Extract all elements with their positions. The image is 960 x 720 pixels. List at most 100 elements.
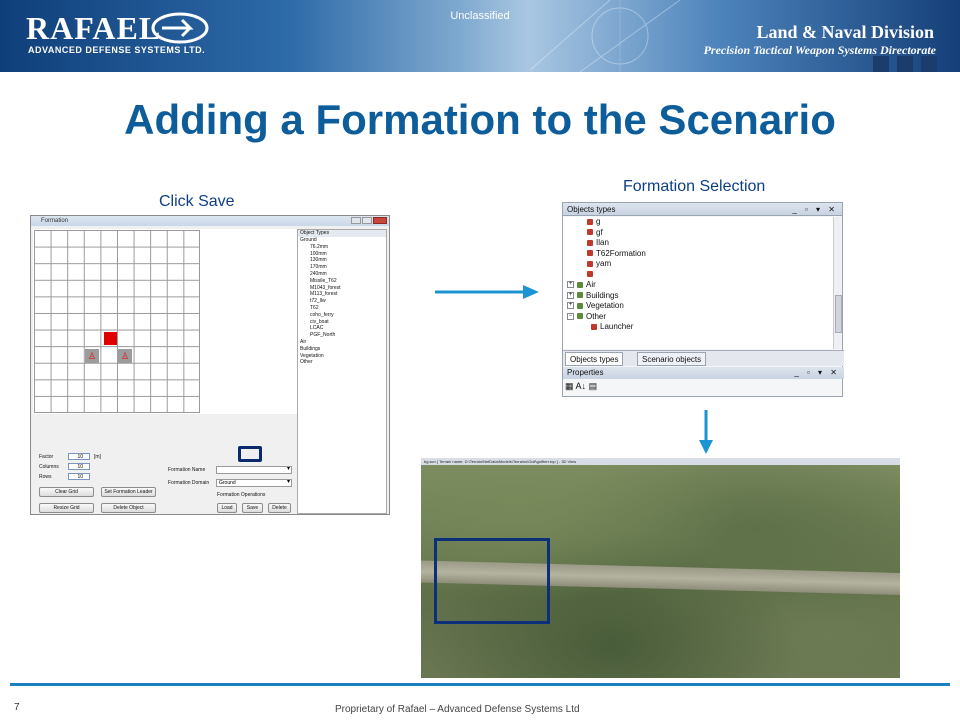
resize-grid-button[interactable]: Resize Grid — [39, 503, 94, 513]
object-type-item[interactable]: − Other — [563, 312, 835, 323]
tree-item-label: 240mm — [310, 270, 327, 277]
sort-alpha-icon[interactable]: A↓ — [576, 381, 587, 391]
page-number: 7 — [14, 702, 20, 713]
object-type-icon — [577, 292, 583, 299]
formation-name-select[interactable] — [216, 466, 292, 474]
save-highlight-box — [238, 446, 262, 462]
division-title: Land & Naval Division — [756, 22, 934, 42]
object-type-label: Air — [586, 280, 596, 289]
tree-item[interactable]: Missile_T62 — [298, 278, 386, 285]
tree-item[interactable]: 170mm — [298, 264, 386, 271]
tree-item[interactable]: coho_ferry — [298, 312, 386, 319]
objects-types-title: Objects types — [567, 205, 616, 214]
expand-icon[interactable]: + — [567, 291, 574, 299]
formation-domain-label: Formation Domain — [168, 480, 210, 486]
delete-button[interactable]: Delete — [268, 503, 291, 513]
categorized-icon[interactable]: ▦ — [565, 381, 574, 391]
tree-item[interactable]: 240mm — [298, 271, 386, 278]
tree-item[interactable]: M1043_forest — [298, 285, 386, 292]
properties-toolbar: ▦ A↓ ▤ — [565, 381, 597, 392]
tree-item-label: Vegetation — [300, 352, 324, 359]
tree-item[interactable]: PGF_North — [298, 332, 386, 339]
tree-item[interactable]: Vegetation — [298, 353, 386, 360]
expand-icon[interactable]: + — [567, 302, 574, 310]
object-type-item[interactable]: Launcher — [563, 322, 835, 333]
object-types-list: Ground 76.2mm 100mm 130mm 170mm 240mm Missile_… — [298, 237, 386, 366]
properties-title: Properties — [567, 368, 604, 377]
tree-item[interactable]: T62 — [298, 305, 386, 312]
object-types-tree: Object Types Ground 76.2mm 100mm 130mm 170mm… — [297, 229, 387, 514]
formation-window: Formation ♙ ♙ Object Types Ground 76.2mm 1… — [30, 215, 390, 515]
tree-item[interactable]: Other — [298, 359, 386, 366]
tree-item-label: PGF_North — [310, 332, 336, 339]
tree-item-label: Missile_T62 — [310, 277, 337, 284]
object-type-label: Buildings — [586, 290, 619, 300]
properties-controls-icon[interactable]: _ ▫ ▾ ✕ — [794, 367, 840, 379]
expand-icon[interactable]: + — [567, 281, 574, 289]
expand-icon[interactable]: − — [567, 312, 574, 320]
scrollbar-thumb[interactable] — [835, 295, 842, 333]
tree-item[interactable]: Buildings — [298, 346, 386, 353]
rows-input[interactable]: 10 — [68, 473, 90, 480]
object-type-item[interactable]: yam — [563, 259, 835, 270]
object-type-icon — [577, 281, 583, 288]
columns-input[interactable]: 10 — [68, 463, 90, 470]
object-type-item[interactable]: T62Formation — [563, 249, 835, 260]
tree-item[interactable]: civ_boat — [298, 319, 386, 326]
object-type-item[interactable] — [563, 270, 835, 281]
tree-item-label: coho_ferry — [310, 311, 334, 318]
tree-item-label: Buildings — [300, 345, 321, 352]
tree-item[interactable]: 76.2mm — [298, 244, 386, 251]
close-button[interactable] — [373, 217, 387, 224]
maximize-button[interactable] — [362, 217, 372, 224]
footer-text: Proprietary of Rafael – Advanced Defense… — [335, 704, 580, 715]
tree-item-label: Ground — [300, 237, 317, 243]
panel-controls-icon[interactable]: _ ▫ ▾ ✕ — [792, 203, 838, 216]
objects-types-header: Objects types _ ▫ ▾ ✕ — [563, 203, 842, 216]
tree-item-label: LCAC — [310, 325, 324, 332]
formation-name-label: Formation Name — [168, 467, 206, 473]
tab-objects-types[interactable]: Objects types — [565, 352, 624, 366]
tree-item[interactable]: Air — [298, 339, 386, 346]
footer-divider — [10, 683, 950, 686]
object-type-item[interactable]: gf — [563, 228, 835, 239]
tree-item[interactable]: Ground — [298, 237, 386, 244]
factor-input[interactable]: 10 — [68, 453, 90, 460]
minimize-button[interactable] — [351, 217, 361, 224]
tree-item[interactable]: t72_llw — [298, 298, 386, 305]
tree-item[interactable]: 130mm — [298, 257, 386, 264]
tree-item[interactable]: 100mm — [298, 251, 386, 258]
save-button[interactable]: Save — [242, 503, 263, 513]
load-button[interactable]: Load — [217, 503, 237, 513]
property-pages-icon[interactable]: ▤ — [589, 381, 598, 391]
tree-item[interactable]: LCAC — [298, 325, 386, 332]
object-type-item[interactable]: + Buildings — [563, 291, 835, 302]
objects-types-list: g gf Ilan T62Formation yam + Air + Buildings + Veg… — [563, 217, 835, 349]
formation-leader-cell[interactable] — [104, 332, 117, 345]
tree-item-label: T62 — [310, 304, 319, 311]
header-banner: RAFAEL ADVANCED DEFENSE SYSTEMS LTD. Unc… — [0, 0, 960, 72]
tree-item-label: 76.2mm — [310, 243, 329, 250]
objects-scrollbar[interactable] — [833, 217, 842, 349]
object-type-item[interactable]: g — [563, 217, 835, 228]
unit-cell[interactable]: ♙ — [118, 349, 132, 363]
object-type-icon — [587, 250, 593, 257]
formation-highlight-box — [434, 538, 550, 624]
set-formation-leader-button[interactable]: Set Formation Leader — [101, 487, 156, 497]
object-type-item[interactable]: + Air — [563, 280, 835, 291]
tree-item[interactable]: M113_forest — [298, 291, 386, 298]
tree-item-label: t72_llw — [310, 298, 326, 305]
object-type-item[interactable]: Ilan — [563, 238, 835, 249]
clear-grid-button[interactable]: Clear Grid — [39, 487, 94, 497]
unit-cell[interactable]: ♙ — [85, 349, 99, 363]
object-type-item[interactable]: + Vegetation — [563, 301, 835, 312]
panel-tabs: Objects types Scenario objects — [563, 350, 844, 366]
object-type-label: Ilan — [596, 238, 609, 247]
formation-domain-select[interactable]: Ground — [216, 479, 292, 487]
formation-grid[interactable]: ♙ ♙ — [34, 230, 200, 413]
delete-object-button[interactable]: Delete Object — [101, 503, 156, 513]
objects-types-panel: Objects types _ ▫ ▾ ✕ g gf Ilan T62Formatio… — [562, 202, 844, 397]
classification-label: Unclassified — [450, 10, 510, 22]
tab-scenario-objects[interactable]: Scenario objects — [637, 352, 707, 366]
caption-click-save: Click Save — [159, 193, 235, 210]
